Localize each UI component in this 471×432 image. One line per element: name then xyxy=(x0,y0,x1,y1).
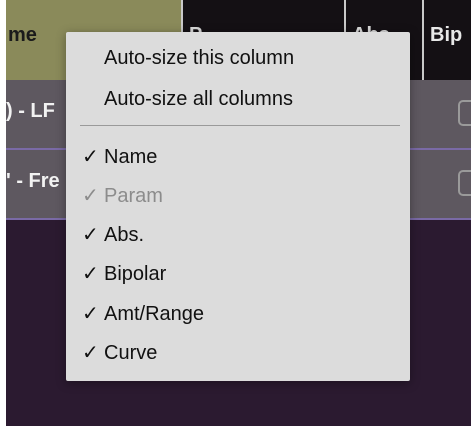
checkmark-icon: ✓ xyxy=(82,224,99,246)
checkmark-icon: ✓ xyxy=(82,342,99,364)
row-name-cell: ' - Fre xyxy=(6,170,60,192)
menu-item-label: Name xyxy=(104,146,158,168)
checkmark-icon: ✓ xyxy=(82,263,99,285)
menu-item-label: Auto-size this column xyxy=(104,47,295,69)
bipolar-checkbox[interactable] xyxy=(458,100,471,126)
menu-separator xyxy=(80,125,400,126)
checkmark-icon: ✓ xyxy=(82,303,99,325)
menu-item-label: Param xyxy=(104,185,163,207)
column-context-menu: Auto-size this column Auto-size all colu… xyxy=(66,32,410,381)
row-name-cell: ) - LF xyxy=(6,100,55,122)
menu-item-auto-size-all-columns[interactable]: Auto-size all columns xyxy=(66,84,410,114)
menu-item-label: Amt/Range xyxy=(104,303,205,325)
menu-item-label: Auto-size all columns xyxy=(104,88,293,110)
menu-item-label: Bipolar xyxy=(104,263,167,285)
menu-item-label: Curve xyxy=(104,342,158,364)
menu-item-toggle-name-column[interactable]: ✓ Name xyxy=(66,142,410,172)
checkmark-icon: ✓ xyxy=(82,185,99,207)
menu-item-auto-size-this-column[interactable]: Auto-size this column xyxy=(66,43,410,73)
menu-item-toggle-curve-column[interactable]: ✓ Curve xyxy=(66,338,410,368)
menu-item-toggle-amt-range-column[interactable]: ✓ Amt/Range xyxy=(66,299,410,329)
menu-item-label: Abs. xyxy=(104,224,145,246)
menu-item-toggle-abs-column[interactable]: ✓ Abs. xyxy=(66,220,410,250)
column-header-bipolar[interactable]: Bip xyxy=(422,0,471,80)
menu-item-toggle-param-column: ✓ Param xyxy=(66,181,410,211)
checkmark-icon: ✓ xyxy=(82,146,99,168)
screenshot-frame: me P Abs. Bip ) - LF ' - Fre Auto-size t… xyxy=(0,0,471,432)
menu-item-toggle-bipolar-column[interactable]: ✓ Bipolar xyxy=(66,259,410,289)
bipolar-checkbox[interactable] xyxy=(458,170,471,196)
